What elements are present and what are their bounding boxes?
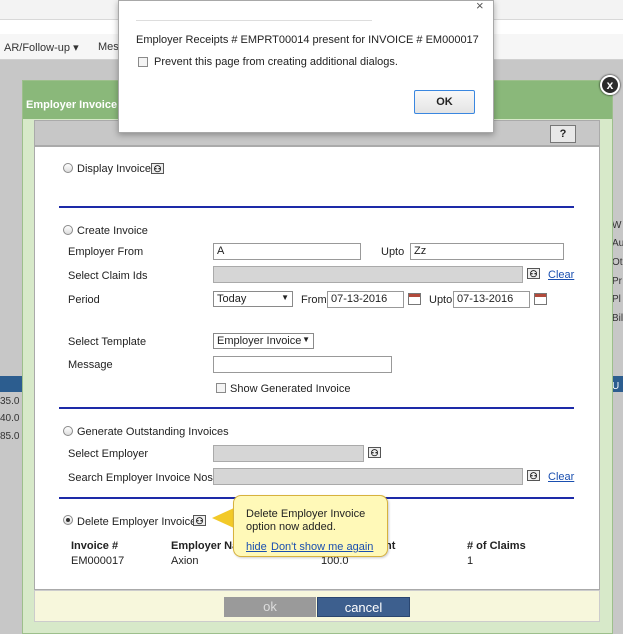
calendar-icon[interactable] [408,293,421,305]
employer-upto-input[interactable]: Zz [410,243,564,260]
display-invoice-label: Display Invoice [77,163,151,175]
from-date-input[interactable]: 07-13-2016 [327,291,404,308]
delete-invoice-radio[interactable] [63,515,73,525]
binoculars-icon[interactable]: ⚇ [527,268,540,279]
alert-ok-button[interactable]: OK [414,90,475,114]
create-invoice-radio[interactable] [63,225,73,235]
select-template-label: Select Template [68,336,147,348]
help-button[interactable]: ? [550,125,576,143]
template-select[interactable]: Employer Invoice ▼ [213,333,314,349]
message-label: Message [68,359,113,371]
period-select[interactable]: Today ▼ [213,291,293,307]
tooltip-arrow [212,508,234,528]
row-invoice-number: EM000017 [71,555,125,567]
background-label: W [612,220,622,231]
create-invoice-label: Create Invoice [77,225,148,237]
template-select-value: Employer Invoice [217,335,302,347]
binoculars-icon[interactable]: ⚇ [527,470,540,481]
clear-claim-ids-link[interactable]: Clear [548,269,574,281]
tooltip-hide-link[interactable]: hide [246,541,267,553]
select-employer-field [213,445,364,462]
background-label: Pr [612,276,622,287]
background-value: 40.0 [0,413,20,424]
tooltip-text: Delete Employer Invoice option now added… [246,508,366,533]
background-value: 85.0 [0,431,20,442]
select-claim-ids-label: Select Claim Ids [68,270,148,282]
alert-close-icon[interactable]: × [476,0,484,13]
column-header-claims: # of Claims [467,540,526,552]
upto-label: Upto [381,246,405,258]
period-upto-label: Upto [429,294,453,306]
nav-item-ar-followup[interactable]: AR/Follow-up ▾ [4,41,79,54]
prevent-dialogs-label: Prevent this page from creating addition… [154,56,398,68]
show-generated-label: Show Generated Invoice [230,383,351,395]
search-invoice-nos-label: Search Employer Invoice Nos [68,472,213,484]
background-label: U [612,381,620,392]
row-claim-count: 1 [467,555,474,567]
column-header-invoice: Invoice # [71,540,119,552]
generate-outstanding-label: Generate Outstanding Invoices [77,426,229,438]
display-invoice-radio[interactable] [63,163,73,173]
alert-message: Employer Receipts # EMPRT00014 present f… [136,34,479,46]
modal-close-button[interactable]: x [600,75,620,95]
background-label: Pl [612,294,621,305]
employer-from-label: Employer From [68,246,144,258]
nav-item-mes[interactable]: Mes [98,41,119,53]
generate-outstanding-radio[interactable] [63,426,73,436]
upto-date-input[interactable]: 07-13-2016 [453,291,530,308]
from-label: From [301,294,327,306]
alert-title-bar [136,20,372,21]
binoculars-icon[interactable]: ⚇ [193,515,206,526]
background-label: Bil [612,313,623,324]
background-label: Au [612,238,623,249]
cancel-button[interactable]: cancel [317,597,410,617]
search-invoice-nos-field [213,468,523,485]
calendar-icon[interactable] [534,293,547,305]
clear-invoice-nos-link[interactable]: Clear [548,471,574,483]
employer-from-input[interactable]: A [213,243,361,260]
chevron-down-icon: ▼ [302,335,310,344]
prevent-dialogs-checkbox[interactable] [138,57,148,67]
claim-ids-field [213,266,523,283]
section-divider [59,407,574,409]
section-divider [59,206,574,208]
column-header-employer: Employer Na [171,540,239,552]
period-label: Period [68,294,100,306]
show-generated-checkbox[interactable] [216,383,226,393]
message-input[interactable] [213,356,392,373]
binoculars-icon[interactable]: ⚇ [368,447,381,458]
background-value: 35.0 [0,396,20,407]
period-select-value: Today [217,293,247,305]
ok-button[interactable]: ok [224,597,316,617]
row-employer-name: Axion [171,555,199,567]
background-label: Ot [612,257,623,268]
select-employer-label: Select Employer [68,448,149,460]
tooltip-dont-show-link[interactable]: Don't show me again [271,541,373,553]
binoculars-icon[interactable]: ⚇ [151,163,164,174]
chevron-down-icon: ▼ [281,293,289,302]
delete-invoice-label: Delete Employer Invoice [77,516,197,528]
